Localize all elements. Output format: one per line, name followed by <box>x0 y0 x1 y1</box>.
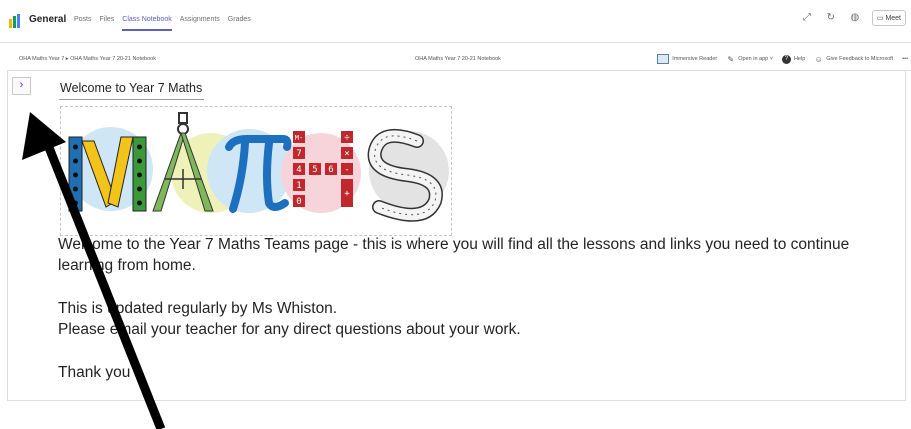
tab-posts[interactable]: Posts <box>74 16 92 23</box>
calc-key-multiply: × <box>344 149 349 159</box>
canvas-right-border <box>905 71 906 401</box>
notebook-title: OHA Maths Year 7 20-21 Notebook <box>415 56 501 62</box>
expand-icon[interactable]: ⤢ <box>800 11 814 25</box>
help-icon: ? <box>781 54 791 64</box>
help-button[interactable]: ? Help <box>781 54 806 64</box>
body-paragraph-line[interactable]: Please email your teacher for any direct… <box>58 321 521 339</box>
globe-icon[interactable]: ◍ <box>848 11 862 25</box>
teams-class-logo-icon <box>9 14 20 28</box>
calc-key-7: 7 <box>296 149 301 159</box>
calc-key-5: 5 <box>312 165 317 175</box>
body-paragraph-line[interactable]: learning from home. <box>58 257 196 275</box>
calc-key-minus: - <box>344 165 349 175</box>
onenote-command-bar: OHA Maths Year 7 ▸ OHA Maths Year 7 20-2… <box>0 52 911 68</box>
immersive-reader-label: Immersive Reader <box>672 56 718 62</box>
more-options-button[interactable]: ••• <box>902 56 908 62</box>
canvas-bottom-border <box>7 400 906 401</box>
page-title[interactable]: Welcome to Year 7 Maths <box>60 81 202 95</box>
immersive-reader-icon <box>657 54 670 64</box>
immersive-reader-button[interactable]: Immersive Reader <box>657 54 717 64</box>
breadcrumb[interactable]: OHA Maths Year 7 ▸ OHA Maths Year 7 20-2… <box>19 56 156 62</box>
body-paragraph-line[interactable]: Thank you <box>58 364 130 382</box>
open-in-app-button[interactable]: ✎ Open in app ˅ <box>726 55 773 64</box>
onenote-actions: Immersive Reader ✎ Open in app ˅ ? Help … <box>657 54 908 64</box>
body-paragraph-line[interactable]: Welcome to the Year 7 Maths Teams page -… <box>58 236 849 254</box>
calc-key-0: 0 <box>296 197 301 207</box>
calc-key-6: 6 <box>328 165 333 175</box>
command-bar-divider <box>7 70 911 71</box>
meet-button-label: Meet <box>885 15 901 22</box>
title-underline <box>59 99 204 100</box>
channel-name: General <box>29 14 67 25</box>
pencil-icon: ✎ <box>727 54 735 64</box>
calc-key-4: 4 <box>296 165 301 175</box>
tab-files[interactable]: Files <box>100 16 115 23</box>
smiley-icon: ☺ <box>814 54 823 64</box>
calc-key-m-minus: M- <box>295 134 303 142</box>
tab-class-notebook[interactable]: Class Notebook <box>122 16 173 31</box>
feedback-label: Give Feedback to Microsoft <box>826 56 894 62</box>
maths-banner-graphic: M- 7 4 5 6 1 0 ÷ × - + <box>68 112 449 222</box>
header-actions: ⤢ ↻ ◍ ▭ Meet <box>800 10 906 26</box>
meet-button[interactable]: ▭ Meet <box>871 10 906 26</box>
tab-assignments[interactable]: Assignments <box>180 16 220 23</box>
channel-tabs: Posts Files Class Notebook Assignments G… <box>74 16 251 31</box>
help-label: Help <box>793 56 806 62</box>
open-in-app-label: Open in app ˅ <box>738 56 773 62</box>
refresh-icon[interactable]: ↻ <box>824 11 838 25</box>
calc-key-1: 1 <box>296 181 301 191</box>
tab-grades[interactable]: Grades <box>228 16 251 23</box>
calc-key-plus: + <box>344 189 350 199</box>
maths-banner-image[interactable]: M- 7 4 5 6 1 0 ÷ × - + <box>60 106 452 236</box>
calc-key-divide: ÷ <box>344 133 350 143</box>
feedback-button[interactable]: ☺ Give Feedback to Microsoft <box>814 54 894 64</box>
expand-navigation-button[interactable]: › <box>12 77 31 95</box>
teams-header: General Posts Files Class Notebook Assig… <box>0 0 911 42</box>
header-divider <box>0 42 911 43</box>
canvas-left-border <box>7 71 8 401</box>
body-paragraph-line[interactable]: This is updated regularly by Ms Whiston. <box>58 300 337 318</box>
